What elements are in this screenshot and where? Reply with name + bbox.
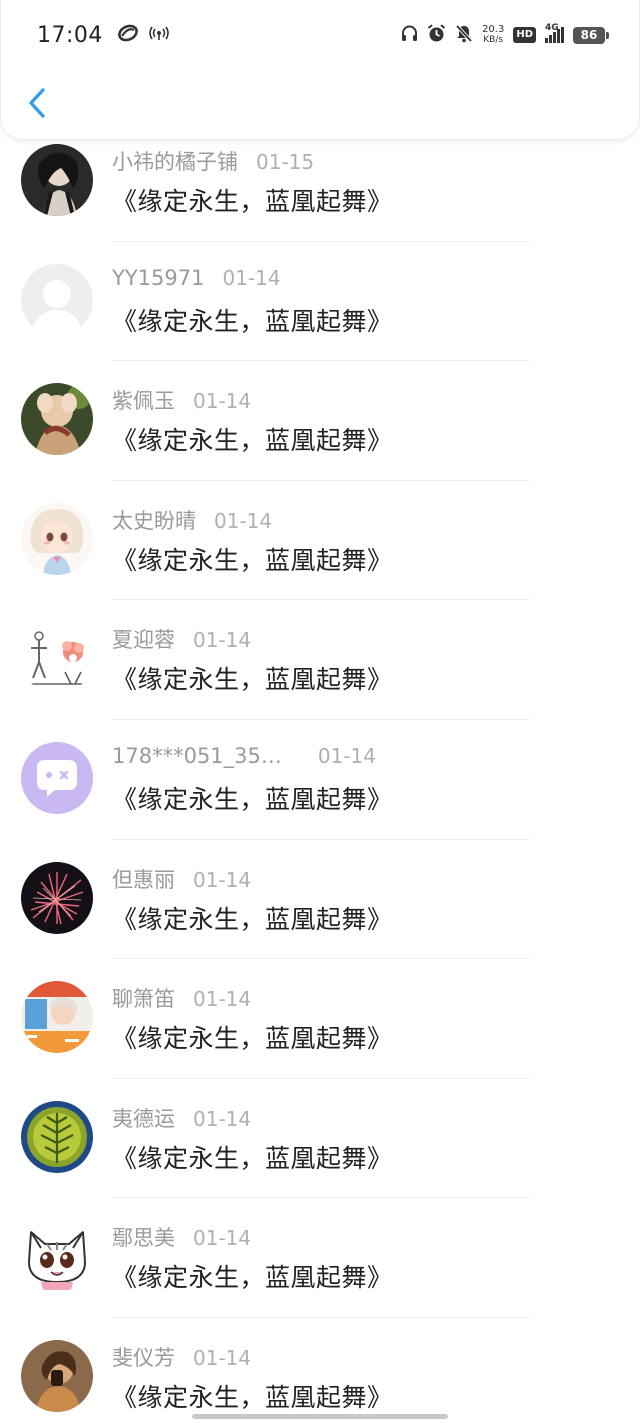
- comment-date: 01-14: [193, 1106, 252, 1131]
- comment-date: 01-14: [193, 867, 252, 892]
- comment-row[interactable]: 夷德运 01-14 《缘定永生，蓝凰起舞》: [0, 1079, 640, 1199]
- default-chat-avatar-icon[interactable]: [21, 741, 93, 814]
- comment-date: 01-14: [317, 743, 377, 768]
- comment-username[interactable]: 夏迎蓉: [112, 624, 175, 654]
- comment-text: 《缘定永生，蓝凰起舞》: [112, 904, 393, 934]
- comment-username[interactable]: 太史盼晴: [112, 505, 196, 535]
- status-bar: 17:04 20.3 KB/s HD 4G 86: [1, 0, 640, 70]
- comment-date: 01-14: [222, 265, 281, 290]
- status-time: 17:04: [37, 22, 103, 48]
- comment-date: 01-14: [193, 1226, 252, 1251]
- avatar[interactable]: [21, 144, 93, 216]
- comment-row[interactable]: 夏迎蓉 01-14 《缘定永生，蓝凰起舞》: [0, 600, 640, 720]
- comment-date: 01-14: [193, 389, 252, 414]
- comment-username[interactable]: 斐仪芳: [112, 1342, 175, 1372]
- comment-row[interactable]: 小祎的橘子铺 01-15 《缘定永生，蓝凰起舞》: [0, 140, 640, 242]
- comment-text: 《缘定永生，蓝凰起舞》: [112, 784, 393, 814]
- comment-username[interactable]: 聊箫笛: [112, 983, 175, 1013]
- comment-list-screen: 17:04 20.3 KB/s HD 4G 86 小祎的橘子铺 01-15 《缘…: [0, 0, 640, 1423]
- hd-badge: HD: [513, 27, 536, 43]
- avatar[interactable]: [21, 502, 93, 575]
- comment-username[interactable]: YY15971: [112, 266, 204, 290]
- comment-text: 《缘定永生，蓝凰起舞》: [112, 187, 393, 216]
- comment-date: 01-14: [193, 1345, 252, 1370]
- comment-username[interactable]: 178***051_35…: [112, 744, 282, 768]
- top-bar: 17:04 20.3 KB/s HD 4G 86: [0, 0, 640, 140]
- avatar[interactable]: [21, 1100, 93, 1173]
- comment-row[interactable]: 178***051_35… 01-14 《缘定永生，蓝凰起舞》: [0, 720, 640, 840]
- comment-text: 《缘定永生，蓝凰起舞》: [112, 1143, 393, 1173]
- comment-text: 《缘定永生，蓝凰起舞》: [112, 1382, 393, 1412]
- comment-username[interactable]: 小祎的橘子铺: [112, 146, 238, 176]
- comment-date: 01-14: [193, 987, 252, 1012]
- comment-row[interactable]: 斐仪芳 01-14 《缘定永生，蓝凰起舞》: [0, 1318, 640, 1423]
- chevron-left-icon: [29, 88, 45, 118]
- comment-row[interactable]: 鄢思美 01-14 《缘定永生，蓝凰起舞》: [0, 1198, 640, 1318]
- default-avatar-icon[interactable]: [21, 263, 93, 336]
- back-button[interactable]: [19, 80, 55, 126]
- signal-icon: 4G: [545, 23, 564, 43]
- comment-row[interactable]: 紫佩玉 01-14 《缘定永生，蓝凰起舞》: [0, 361, 640, 481]
- comment-date: 01-14: [193, 628, 252, 653]
- comment-text: 《缘定永生，蓝凰起舞》: [112, 545, 393, 575]
- comment-text: 《缘定永生，蓝凰起舞》: [112, 306, 393, 336]
- comment-date: 01-15: [256, 150, 315, 174]
- avatar[interactable]: [21, 1220, 93, 1293]
- comment-row[interactable]: 太史盼晴 01-14 《缘定永生，蓝凰起舞》: [0, 481, 640, 601]
- home-indicator[interactable]: [192, 1414, 448, 1419]
- comment-username[interactable]: 鄢思美: [112, 1222, 175, 1252]
- comment-row[interactable]: 但惠丽 01-14 《缘定永生，蓝凰起舞》: [0, 840, 640, 960]
- avatar[interactable]: [21, 622, 93, 695]
- avatar[interactable]: [21, 861, 93, 934]
- hotspot-icon: [149, 25, 169, 45]
- avatar[interactable]: [21, 981, 93, 1054]
- network-speed: 20.3 KB/s: [482, 24, 505, 46]
- comment-username[interactable]: 夷德运: [112, 1103, 175, 1133]
- avatar[interactable]: [21, 383, 93, 456]
- comment-username[interactable]: 紫佩玉: [112, 385, 175, 415]
- mute-icon: [455, 24, 473, 47]
- alarm-icon: [427, 23, 446, 47]
- comment-row[interactable]: YY15971 01-14 《缘定永生，蓝凰起舞》: [0, 242, 640, 362]
- battery-indicator: 86: [573, 26, 609, 44]
- headphones-icon: [401, 25, 418, 46]
- comment-username[interactable]: 但惠丽: [112, 864, 175, 894]
- comment-date: 01-14: [214, 508, 273, 533]
- comment-text: 《缘定永生，蓝凰起舞》: [112, 426, 393, 456]
- comment-list: 小祎的橘子铺 01-15 《缘定永生，蓝凰起舞》 YY15971 01-14 《…: [0, 140, 640, 1423]
- avatar[interactable]: [21, 1339, 93, 1412]
- app-notification-icon: [117, 24, 139, 46]
- comment-text: 《缘定永生，蓝凰起舞》: [112, 665, 393, 695]
- comment-row[interactable]: 聊箫笛 01-14 《缘定永生，蓝凰起舞》: [0, 959, 640, 1079]
- comment-text: 《缘定永生，蓝凰起舞》: [112, 1024, 393, 1054]
- comment-text: 《缘定永生，蓝凰起舞》: [112, 1263, 393, 1293]
